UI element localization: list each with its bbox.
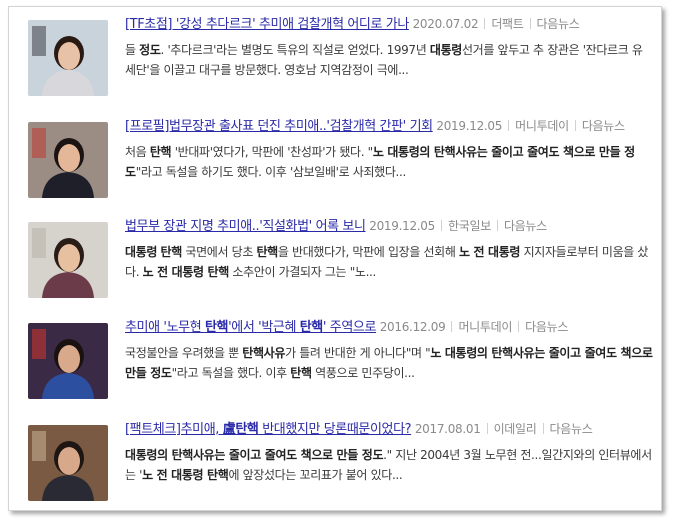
highlight-text: 탄핵 [256, 245, 278, 259]
result-summary: 대통령의 탄핵사유는 줄이고 줄여도 책으로 만들 정도." 지난 2004년 … [125, 445, 653, 485]
divider [451, 321, 453, 332]
result-item: [프로필]법무장관 출사표 던진 추미애..'검찰개혁 간판' 기회 2019.… [28, 117, 653, 203]
highlight-text: 노 전 대통령 [459, 245, 521, 259]
result-summary: 국정불안을 우려했을 뿐 탄핵사유가 틀려 반대한 게 아니다"며 "노 대통령… [125, 343, 653, 383]
result-title-link[interactable]: 법무부 장관 지명 추미애..'직설화법' 어록 보니 [125, 219, 366, 234]
text-fragment: ' 주역으로 [322, 320, 377, 335]
highlight-text: 탄핵 [299, 320, 324, 335]
result-text: [팩트체크]추미애, 盧탄핵 반대했지만 당론때문이었다? 2017.08.01… [125, 420, 653, 485]
highlight-text: 노 전 대통령 탄핵 [142, 265, 230, 279]
divider [486, 423, 488, 434]
result-item: [TF초점] '강성 추다르크' 추미애 검찰개혁 어디로 가나 2020.07… [28, 15, 653, 101]
result-date: 2019.12.05 [436, 119, 503, 133]
result-source[interactable]: 더팩트 [491, 17, 524, 31]
result-header: 법무부 장관 지명 추미애..'직설화법' 어록 보니 2019.12.05 한국… [125, 217, 653, 236]
daum-news-link[interactable]: 다음뉴스 [504, 219, 547, 233]
result-text: [프로필]법무장관 출사표 던진 추미애..'검찰개혁 간판' 기회 2019.… [125, 117, 653, 182]
text-fragment: 국정불안을 우려했을 뿐 [125, 346, 243, 360]
result-date: 2016.12.09 [379, 320, 446, 334]
text-fragment: 추미애 '노무현 [125, 320, 205, 335]
daum-news-link[interactable]: 다음뉴스 [582, 119, 625, 133]
result-source[interactable]: 이데일리 [494, 422, 537, 436]
result-item: 법무부 장관 지명 추미애..'직설화법' 어록 보니 2019.12.05 한국… [28, 217, 653, 303]
result-item: 추미애 '노무현 탄핵'에서 '박근혜 탄핵' 주역으로 2016.12.09 머… [28, 318, 653, 404]
highlight-text: 탄핵 [160, 245, 183, 259]
result-date: 2019.12.05 [369, 219, 435, 233]
highlight-text: 대통령 [125, 245, 158, 259]
divider [484, 18, 486, 29]
result-summary: 처음 탄핵 '반대파'였다가, 막판에 '찬성파'가 됐다. "노 대통령의 탄… [125, 142, 653, 182]
portrait-photo [28, 425, 108, 501]
portrait-photo [28, 20, 108, 96]
text-fragment: "라고 독설을 하기도 했다. 이후 '삼보일배'로 사죄했다... [135, 165, 407, 179]
divider [529, 18, 531, 29]
text-fragment: 들 [125, 43, 140, 57]
thumbnail-image[interactable] [28, 222, 108, 298]
result-text: [TF초점] '강성 추다르크' 추미애 검찰개혁 어디로 가나 2020.07… [125, 15, 653, 80]
text-fragment: '반대파'였다가, 막판에 '찬성파'가 됐다. " [171, 145, 373, 159]
result-summary: 대통령 탄핵 국면에서 당초 탄핵을 반대했다가, 막판에 입장을 선회해 노 … [125, 242, 653, 282]
portrait-photo [28, 122, 108, 198]
result-title-link[interactable]: 추미애 '노무현 탄핵'에서 '박근혜 탄핵' 주역으로 [125, 320, 376, 335]
result-header: 추미애 '노무현 탄핵'에서 '박근혜 탄핵' 주역으로 2016.12.09 머… [125, 318, 653, 337]
text-fragment: . '추다르크'라는 별명도 특유의 직설로 얻었다. 1997년 [160, 43, 430, 57]
result-header: [TF초점] '강성 추다르크' 추미애 검찰개혁 어디로 가나 2020.07… [125, 15, 653, 34]
search-results-panel: [TF초점] '강성 추다르크' 추미애 검찰개혁 어디로 가나 2020.07… [8, 6, 662, 511]
result-title-link[interactable]: [프로필]법무장관 출사표 던진 추미애..'검찰개혁 간판' 기회 [125, 119, 433, 134]
divider [496, 220, 498, 231]
text-fragment: 국면에서 당초 [181, 245, 257, 259]
text-fragment: 에 앞장섰다는 꼬리표가 붙어 있다... [228, 468, 403, 482]
result-title-link[interactable]: [팩트체크]추미애, 盧탄핵 반대했지만 당론때문이었다? [125, 422, 412, 437]
result-date: 2020.07.02 [412, 17, 479, 31]
divider [518, 321, 520, 332]
thumbnail-image[interactable] [28, 122, 108, 198]
portrait-photo [28, 323, 108, 399]
result-source[interactable]: 머니투데이 [515, 119, 569, 133]
thumbnail-image[interactable] [28, 425, 108, 501]
daum-news-link[interactable]: 다음뉴스 [550, 422, 593, 436]
result-date: 2017.08.01 [414, 422, 481, 436]
result-text: 법무부 장관 지명 추미애..'직설화법' 어록 보니 2019.12.05 한국… [125, 217, 653, 282]
text-fragment: '에서 '박근혜 [228, 320, 300, 335]
result-title-link[interactable]: [TF초점] '강성 추다르크' 추미애 검찰개혁 어디로 가나 [125, 17, 409, 32]
highlight-text: 대통령의 탄핵사유는 줄이고 줄여도 책으로 만들 정도 [125, 448, 384, 462]
daum-news-link[interactable]: 다음뉴스 [537, 17, 580, 31]
text-fragment: 소추안이 가결되자 그는 "노... [228, 265, 376, 279]
divider [440, 220, 442, 231]
daum-news-link[interactable]: 다음뉴스 [525, 320, 568, 334]
result-item: [팩트체크]추미애, 盧탄핵 반대했지만 당론때문이었다? 2017.08.01… [28, 420, 653, 506]
result-header: [프로필]법무장관 출사표 던진 추미애..'검찰개혁 간판' 기회 2019.… [125, 117, 653, 136]
text-fragment: "라고 독설을 했다. 이후 [171, 366, 291, 380]
result-header: [팩트체크]추미애, 盧탄핵 반대했지만 당론때문이었다? 2017.08.01… [125, 420, 653, 439]
text-fragment: 역풍으로 민주당이... [311, 366, 415, 380]
highlight-text: 탄핵사유 [242, 346, 286, 360]
text-fragment: 처음 [125, 145, 150, 159]
highlight-text: 탄핵 [149, 145, 172, 159]
result-text: 추미애 '노무현 탄핵'에서 '박근혜 탄핵' 주역으로 2016.12.09 머… [125, 318, 653, 383]
thumbnail-image[interactable] [28, 323, 108, 399]
result-source[interactable]: 머니투데이 [458, 320, 512, 334]
highlight-text: 대통령 [429, 43, 462, 57]
divider [542, 423, 544, 434]
highlight-text: 노 전 대통령 탄핵 [142, 468, 229, 482]
text-fragment: 가 틀려 반대한 게 아니다"며 " [285, 346, 431, 360]
highlight-text: 탄핵 [290, 366, 312, 380]
highlight-text: 盧탄핵 [222, 422, 259, 437]
thumbnail-image[interactable] [28, 20, 108, 96]
portrait-photo [28, 222, 108, 298]
text-fragment: [팩트체크]추미애, [125, 422, 223, 437]
highlight-text: 정도 [139, 43, 161, 57]
text-fragment: 반대했지만 당론때문이었다? [258, 422, 412, 437]
text-fragment: 을 반대했다가, 막판에 입장을 선회해 [277, 245, 460, 259]
divider [574, 120, 576, 131]
highlight-text: 탄핵 [205, 320, 229, 335]
result-summary: 들 정도. '추다르크'라는 별명도 특유의 직설로 얻었다. 1997년 대통… [125, 40, 653, 80]
result-source[interactable]: 한국일보 [448, 219, 491, 233]
divider [508, 120, 510, 131]
